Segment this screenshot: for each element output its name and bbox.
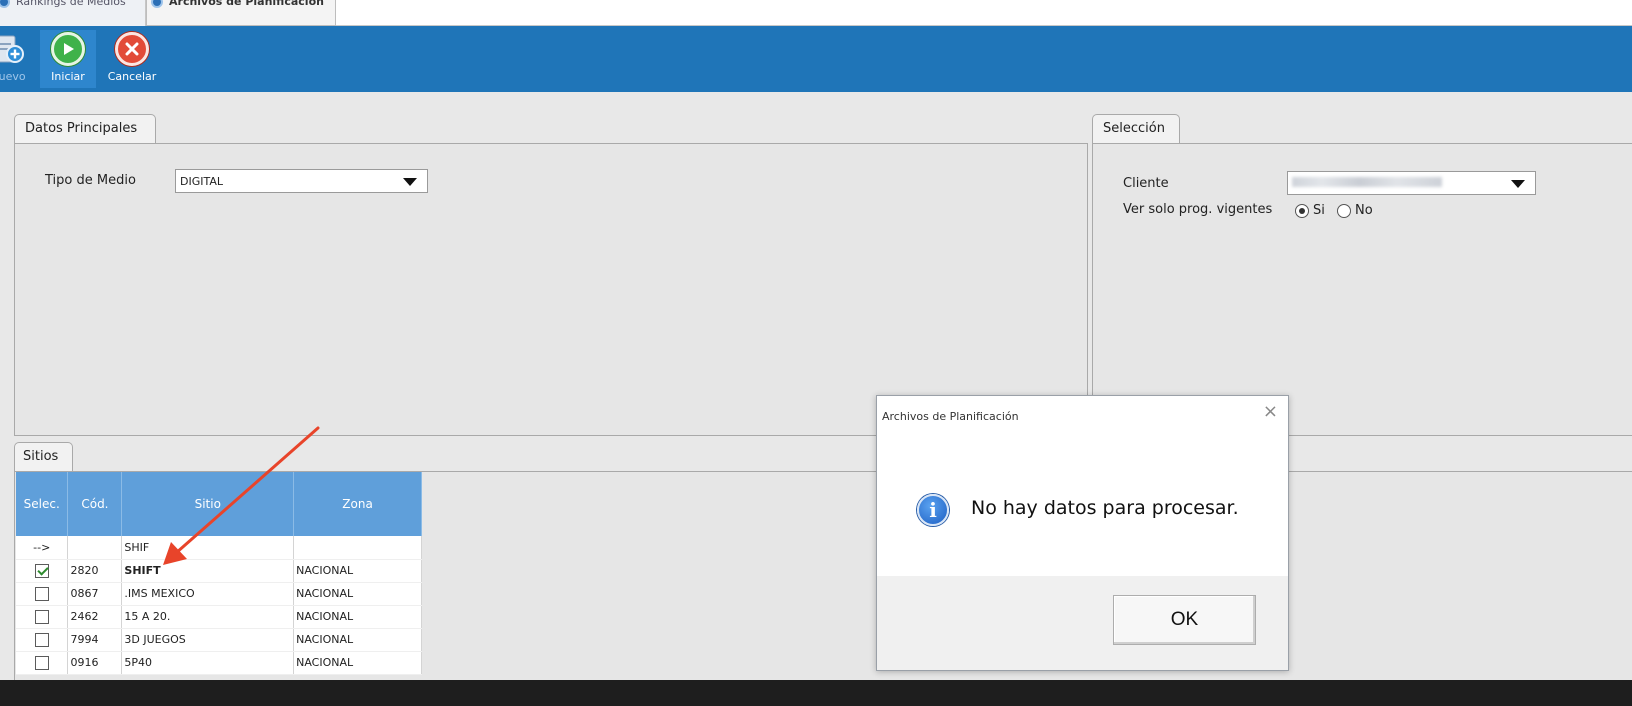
- tab-label: Rankings de Medios: [16, 0, 126, 8]
- tab-globe-icon: [151, 0, 163, 8]
- row-sitio: SHIFT: [121, 559, 295, 583]
- ok-button[interactable]: OK: [1113, 595, 1256, 645]
- row-cod: 0916: [67, 651, 123, 675]
- column-header-zona[interactable]: Zona: [293, 472, 422, 536]
- tab-archivos-de-planificacion[interactable]: Archivos de Planificación: [146, 0, 336, 26]
- filter-cod-cell[interactable]: [67, 536, 123, 560]
- radio-no[interactable]: No: [1337, 203, 1373, 218]
- dialog-footer: OK: [877, 576, 1288, 670]
- row-zona: NACIONAL: [293, 582, 422, 606]
- document-tab-strip: Rankings de Medios Archivos de Planifica…: [0, 0, 1632, 26]
- row-zona: NACIONAL: [293, 651, 422, 675]
- radio-no-label: No: [1355, 203, 1373, 218]
- table-row[interactable]: 7994 3D JUEGOS NACIONAL: [16, 628, 422, 652]
- tab-rankings-de-medios[interactable]: Rankings de Medios: [0, 0, 146, 26]
- row-checkbox[interactable]: [34, 609, 49, 624]
- row-cod: 0867: [67, 582, 123, 606]
- tab-datos-principales[interactable]: Datos Principales: [14, 114, 156, 144]
- tab-sitios[interactable]: Sitios: [14, 442, 73, 472]
- row-checkbox[interactable]: [34, 586, 49, 601]
- dropdown-arrow-icon: [1511, 180, 1525, 188]
- filter-sitio-cell[interactable]: SHIF: [121, 536, 295, 560]
- column-header-sitio[interactable]: Sitio: [121, 472, 295, 536]
- iniciar-label: Iniciar: [51, 70, 85, 83]
- radio-no-circle[interactable]: [1337, 203, 1351, 218]
- cancelar-button[interactable]: Cancelar: [104, 30, 160, 88]
- radio-si-label: Si: [1313, 203, 1325, 218]
- info-icon: i: [917, 494, 949, 526]
- table-row[interactable]: 2462 15 A 20. NACIONAL: [16, 605, 422, 629]
- tipo-medio-value: DIGITAL: [180, 175, 224, 188]
- new-document-icon: [0, 35, 24, 63]
- table-row[interactable]: 0867 .IMS MEXICO NACIONAL: [16, 582, 422, 606]
- row-cod: 7994: [67, 628, 123, 652]
- cancelar-label: Cancelar: [107, 70, 157, 83]
- radio-si-circle[interactable]: [1295, 203, 1309, 218]
- sitios-grid: Selec. Cód. Sitio Zona --> SHIF 2820 SHI…: [16, 472, 422, 675]
- message-dialog: Archivos de Planificación × i No hay dat…: [876, 395, 1289, 671]
- table-row[interactable]: 0916 5P40 NACIONAL: [16, 651, 422, 675]
- dropdown-arrow-icon: [403, 178, 417, 186]
- radio-si[interactable]: Si: [1295, 203, 1325, 218]
- toolbar: Nuevo Iniciar Cancelar: [0, 26, 1632, 92]
- row-zona: NACIONAL: [293, 628, 422, 652]
- cliente-label: Cliente: [1123, 176, 1169, 191]
- app-window: Rankings de Medios Archivos de Planifica…: [0, 0, 1632, 680]
- row-sitio: 3D JUEGOS: [121, 628, 295, 652]
- filter-row: --> SHIF: [16, 536, 422, 560]
- ver-solo-label: Ver solo prog. vigentes: [1123, 202, 1273, 217]
- cliente-value-redacted: [1292, 177, 1442, 187]
- iniciar-button[interactable]: Iniciar: [40, 30, 96, 88]
- row-checkbox[interactable]: [34, 632, 49, 647]
- tipo-medio-dropdown[interactable]: DIGITAL: [175, 169, 428, 193]
- row-cod: 2462: [67, 605, 123, 629]
- row-sitio: 5P40: [121, 651, 295, 675]
- row-checkbox[interactable]: [34, 563, 49, 578]
- tab-globe-icon: [0, 0, 10, 8]
- row-sitio: 15 A 20.: [121, 605, 295, 629]
- tipo-medio-label: Tipo de Medio: [45, 173, 136, 188]
- tab-label: Archivos de Planificación: [169, 0, 324, 8]
- seleccion-panel: Cliente Ver solo prog. vigentes Si No: [1092, 143, 1632, 436]
- row-zona: NACIONAL: [293, 559, 422, 583]
- cancel-x-icon: [115, 32, 149, 66]
- cliente-dropdown[interactable]: [1287, 171, 1536, 195]
- datos-principales-panel: Tipo de Medio DIGITAL: [14, 143, 1088, 436]
- nuevo-button[interactable]: Nuevo: [0, 30, 30, 88]
- dialog-message: No hay datos para procesar.: [971, 497, 1239, 519]
- nuevo-label: Nuevo: [0, 70, 26, 83]
- close-icon[interactable]: ×: [1263, 402, 1278, 422]
- tab-seleccion[interactable]: Selección: [1092, 114, 1180, 144]
- filter-zona-cell[interactable]: [293, 536, 422, 560]
- filter-indicator: -->: [16, 536, 69, 560]
- row-cod: 2820: [67, 559, 123, 583]
- column-header-cod[interactable]: Cód.: [67, 472, 123, 536]
- dialog-title: Archivos de Planificación: [882, 410, 1019, 423]
- row-sitio: .IMS MEXICO: [121, 582, 295, 606]
- bottom-bar: [0, 680, 1632, 706]
- row-zona: NACIONAL: [293, 605, 422, 629]
- column-header-selec[interactable]: Selec.: [16, 472, 69, 536]
- play-icon: [51, 32, 85, 66]
- table-row[interactable]: 2820 SHIFT NACIONAL: [16, 559, 422, 583]
- row-checkbox[interactable]: [34, 655, 49, 670]
